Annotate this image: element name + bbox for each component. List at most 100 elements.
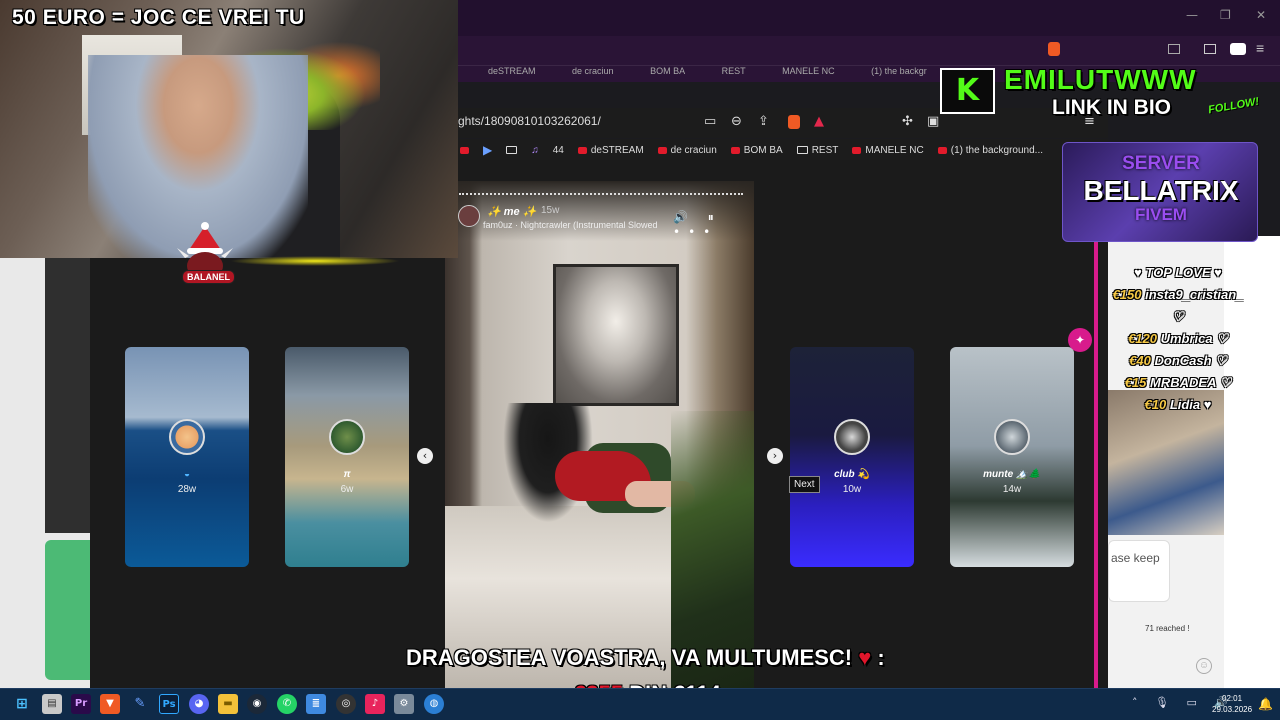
obs-icon[interactable]: ◎	[336, 694, 356, 714]
outer-bookmark[interactable]: (1) the backgr	[871, 66, 927, 76]
yellow-streak	[230, 256, 400, 266]
clock[interactable]: 02:01 29.03.2026	[1212, 693, 1252, 715]
thanks-suffix: :	[877, 645, 885, 670]
diamond-icon[interactable]: ✦	[1068, 328, 1092, 352]
minimize-button[interactable]: —	[1186, 8, 1198, 22]
story-avatar	[329, 419, 365, 455]
top-love-heading: TOP LOVE	[1145, 265, 1211, 280]
server-banner: SERVER BELLATRIX FIVEM	[1062, 142, 1258, 242]
clock-date: 29.03.2026	[1212, 705, 1253, 714]
story-card[interactable]: ◒ 28w	[125, 347, 249, 567]
story-avatar	[834, 419, 870, 455]
follow-label: FOLLOW!	[1207, 95, 1260, 117]
divider	[1094, 236, 1098, 688]
tiktok-icon[interactable]: ♪	[365, 694, 385, 714]
premiere-icon[interactable]: Pr	[71, 694, 91, 714]
chat-message-text: ase keep	[1111, 551, 1160, 565]
discord-icon[interactable]: ◕	[189, 694, 209, 714]
brave-shield-icon[interactable]	[1048, 42, 1060, 56]
bookmark-folder[interactable]	[506, 146, 518, 154]
bookmark-manele-nc[interactable]: MANELE NC	[852, 145, 924, 156]
donor-name: insta9_cristian_	[1145, 287, 1244, 302]
donation-banner: 50 EURO = JOC CE VREI TU	[12, 6, 305, 29]
install-icon[interactable]: ▭	[704, 114, 716, 129]
donation-amount: €120	[1128, 331, 1157, 346]
brave-shield-icon[interactable]	[788, 115, 800, 129]
settings-icon[interactable]: ⚙	[394, 694, 414, 714]
bookmark-music[interactable]: ♫	[531, 145, 539, 156]
emoji-icon[interactable]: ☺	[1196, 658, 1212, 674]
restore-button[interactable]: ❐	[1220, 8, 1231, 22]
donor-name: Lidia	[1169, 397, 1201, 412]
notification-icon[interactable]: 🔔	[1258, 697, 1273, 711]
bookmark-destream[interactable]: deSTREAM	[577, 145, 644, 156]
bookmark-play[interactable]: ▶	[483, 143, 492, 157]
screenshot-icon[interactable]: ▣	[927, 114, 939, 129]
brave-icon[interactable]: ▼	[100, 694, 120, 714]
bookmark-rest[interactable]: REST	[796, 144, 839, 156]
bookmark-de-craciun[interactable]: de craciun	[657, 145, 717, 156]
file-explorer-icon[interactable]: ▤	[42, 694, 62, 714]
bookmark-bom-ba[interactable]: BOM BA	[730, 145, 783, 156]
menu-icon[interactable]: ≡	[1256, 40, 1264, 56]
windows-icon[interactable]: ⊞	[12, 694, 32, 714]
current-story[interactable]: ✨ me ✨ 15w fam0uz · Nightcrawler (Instru…	[445, 181, 754, 688]
server-label: SERVER	[1122, 153, 1200, 174]
bookmark-label: REST	[811, 144, 839, 156]
story-painting	[553, 264, 679, 406]
story-avatar	[994, 419, 1030, 455]
folder-icon[interactable]: ▬	[218, 694, 238, 714]
heart-icon: ♥	[858, 645, 872, 670]
screenshot-icon[interactable]	[1168, 44, 1180, 54]
chat-message: ase keep	[1108, 540, 1170, 602]
photoshop-icon[interactable]: Ps	[159, 694, 179, 714]
story-card[interactable]: munte 🏔️🌲 14w	[950, 347, 1074, 567]
story-card[interactable]: club 💫 10w	[790, 347, 914, 567]
address-bar[interactable]: ghts/18090810103262061/	[458, 114, 601, 128]
reached-label: 71 reached !	[1145, 624, 1190, 633]
outer-bookmark[interactable]: BOM BA	[650, 66, 685, 76]
donor-name: DonCash	[1154, 353, 1212, 368]
bookmark-44[interactable]: 44	[553, 145, 564, 156]
close-button[interactable]: ✕	[1256, 8, 1266, 22]
top-love-title: ♥ TOP LOVE ♥	[1134, 265, 1222, 280]
previous-story-button[interactable]: ‹	[417, 448, 433, 464]
thanks-text: DRAGOSTEA VOASTRA, VA MULTUMESC!	[406, 645, 853, 670]
outer-bookmark[interactable]: de craciun	[572, 66, 614, 76]
bookmark-youtube[interactable]	[460, 146, 469, 154]
story-author-time: 15w	[541, 205, 560, 216]
story-time: 14w	[1002, 484, 1022, 495]
outer-toolbar: ≡	[458, 36, 1280, 66]
zoom-icon[interactable]: ⊖	[731, 114, 742, 129]
donation-amount: €150	[1112, 287, 1142, 302]
steam-icon[interactable]: ◉	[247, 694, 267, 714]
story-audio[interactable]: fam0uz · Nightcrawler (Instrumental Slow…	[483, 220, 658, 230]
outer-bookmark[interactable]: MANELE NC	[782, 66, 835, 76]
outer-bookmark[interactable]: REST	[722, 66, 746, 76]
rewards-icon[interactable]: ▲	[814, 114, 824, 129]
bookmark-background[interactable]: (1) the background...	[937, 145, 1043, 156]
sidebar-icon[interactable]	[1204, 44, 1216, 54]
donation-amount: €15	[1124, 375, 1147, 390]
clock-time: 02:01	[1222, 694, 1243, 703]
story-time: 28w	[177, 484, 197, 495]
pen-icon[interactable]: ✎	[130, 694, 150, 714]
folder-icon	[506, 146, 518, 154]
next-story-button[interactable]: ›	[767, 448, 783, 464]
music-icon: ♫	[531, 144, 539, 156]
globe-icon[interactable]: ◍	[424, 694, 444, 714]
wallet-icon[interactable]	[1230, 43, 1246, 55]
top-love-item: €15 MRBADEA ♡	[1124, 375, 1232, 390]
story-author-avatar[interactable]	[458, 205, 480, 227]
kick-icon: K	[940, 68, 995, 114]
story-author-name[interactable]: ✨ me ✨	[487, 205, 536, 218]
share-icon[interactable]: ⇪	[758, 114, 769, 129]
story-card[interactable]: π 6w	[285, 347, 409, 567]
outer-bookmark[interactable]: deSTREAM	[488, 66, 536, 76]
notepad-icon[interactable]: ≣	[306, 694, 326, 714]
top-love-item: €40 DonCash ♡	[1129, 353, 1227, 368]
background-panel	[45, 258, 90, 533]
story-controls[interactable]: 🔊 ⏸ •••	[673, 210, 754, 239]
extensions-icon[interactable]: ✣	[902, 114, 913, 129]
whatsapp-icon[interactable]: ✆	[277, 694, 297, 714]
